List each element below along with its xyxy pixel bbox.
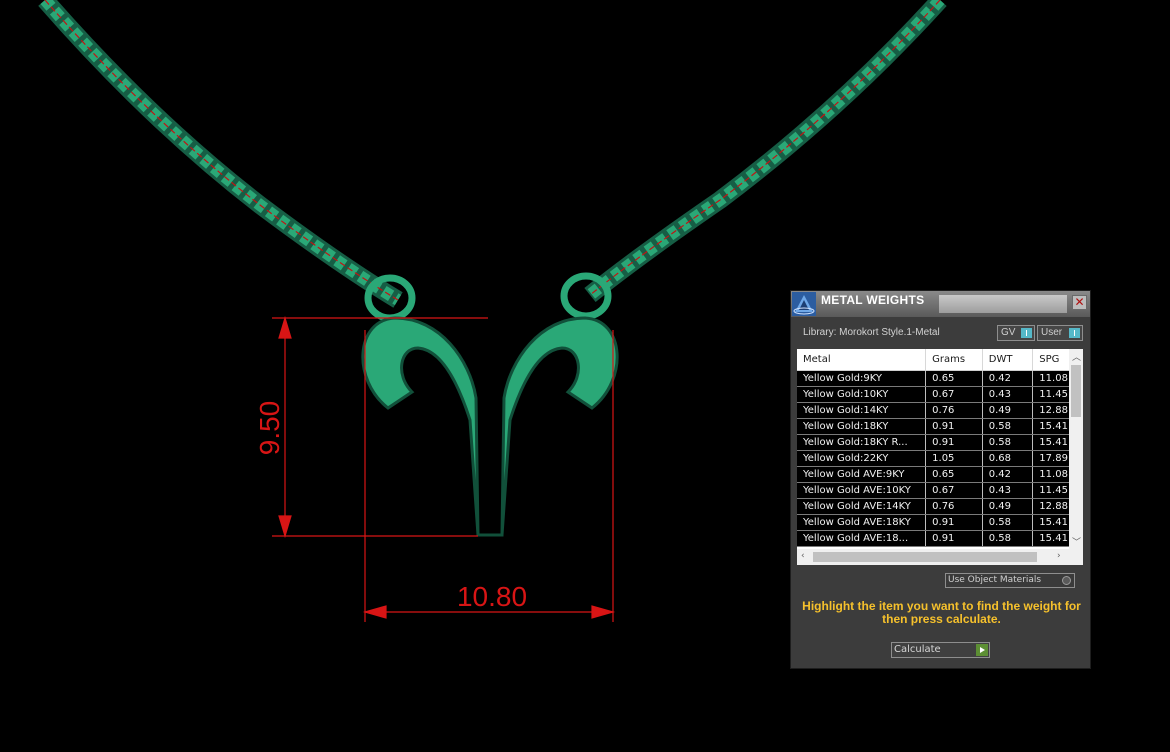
horizontal-scroll-thumb[interactable]: [813, 552, 1037, 562]
dwt-cell: 0.68: [982, 450, 1034, 467]
table-row[interactable]: Yellow Gold:18KY 0.91 0.58 15.41: [797, 418, 1083, 435]
radio-icon[interactable]: [1062, 576, 1071, 585]
chain-right: [584, 0, 947, 303]
use-object-materials-option[interactable]: Use Object Materials: [945, 573, 1075, 588]
table-row[interactable]: Yellow Gold:22KY 1.05 0.68 17.89: [797, 450, 1083, 467]
table-row[interactable]: Yellow Gold AVE:14KY 0.76 0.49 12.88: [797, 498, 1083, 515]
grams-cell: 0.91: [925, 418, 983, 435]
gv-toggle-label: GV: [1001, 327, 1016, 338]
dwt-cell: 0.42: [982, 370, 1034, 387]
play-icon: [976, 644, 988, 656]
table-row[interactable]: Yellow Gold:9KY 0.65 0.42 11.08: [797, 370, 1083, 387]
metal-table-container[interactable]: Metal Grams DWT SPG Yellow Gold:9KY 0.65 0…: [797, 349, 1083, 565]
metal-cell: Yellow Gold:18KY R...: [797, 434, 927, 451]
metal-cell: Yellow Gold:14KY: [797, 402, 927, 419]
toggle-switch-icon: [1069, 328, 1080, 338]
dwt-cell: 0.49: [982, 498, 1034, 515]
horizontal-scrollbar[interactable]: ‹ ›: [797, 549, 1083, 565]
table-row[interactable]: Yellow Gold:14KY 0.76 0.49 12.88: [797, 402, 1083, 419]
metal-cell: Yellow Gold AVE:18KY: [797, 514, 927, 531]
chain-left: [38, 0, 403, 308]
dwt-cell: 0.58: [982, 514, 1034, 531]
table-row[interactable]: Yellow Gold AVE:18KY 0.91 0.58 15.41: [797, 514, 1083, 531]
grams-cell: 0.67: [925, 482, 983, 499]
table-row[interactable]: Yellow Gold AVE:10KY 0.67 0.43 11.45: [797, 482, 1083, 499]
grams-cell: 0.91: [925, 530, 983, 547]
library-label: Library: Morokort Style.1-Metal: [803, 327, 940, 338]
grams-cell: 0.67: [925, 386, 983, 403]
calculate-button[interactable]: Calculate: [891, 642, 990, 658]
table-row[interactable]: Yellow Gold AVE:9KY 0.65 0.42 11.08: [797, 466, 1083, 483]
dimension-height-label: 9.50: [254, 401, 285, 456]
metal-table-body: Yellow Gold:9KY 0.65 0.42 11.08 Yellow Gold:…: [797, 370, 1083, 547]
gv-toggle[interactable]: GV: [997, 325, 1035, 341]
scroll-up-icon[interactable]: ︿: [1072, 350, 1081, 363]
metal-cell: Yellow Gold:18KY: [797, 418, 927, 435]
table-row[interactable]: Yellow Gold:18KY R... 0.91 0.58 15.41: [797, 434, 1083, 451]
use-object-materials-label: Use Object Materials: [948, 575, 1042, 585]
user-toggle[interactable]: User: [1037, 325, 1083, 341]
table-header-row: Metal Grams DWT SPG: [797, 349, 1083, 371]
instruction-text: Highlight the item you want to find the …: [802, 599, 1081, 626]
grams-cell: 0.65: [925, 466, 983, 483]
metal-cell: Yellow Gold AVE:9KY: [797, 466, 927, 483]
dwt-cell: 0.43: [982, 386, 1034, 403]
calculate-label: Calculate: [894, 644, 941, 655]
grams-cell: 0.65: [925, 370, 983, 387]
close-icon[interactable]: ✕: [1072, 295, 1087, 310]
metal-cell: Yellow Gold:22KY: [797, 450, 927, 467]
vertical-scroll-thumb[interactable]: [1071, 365, 1081, 417]
grams-cell: 0.91: [925, 434, 983, 451]
grams-cell: 0.91: [925, 514, 983, 531]
vertical-scrollbar[interactable]: ︿ ﹀: [1069, 349, 1083, 549]
dwt-cell: 0.58: [982, 530, 1034, 547]
title-decoration: [939, 295, 1067, 313]
metal-cell: Yellow Gold AVE:18...: [797, 530, 927, 547]
metal-table: Metal Grams DWT SPG Yellow Gold:9KY 0.65 0…: [797, 349, 1083, 547]
metal-cell: Yellow Gold:10KY: [797, 386, 927, 403]
dwt-cell: 0.58: [982, 434, 1034, 451]
metal-cell: Yellow Gold:9KY: [797, 370, 927, 387]
matrix-logo-icon: [792, 292, 816, 316]
grams-cell: 0.76: [925, 498, 983, 515]
grams-cell: 0.76: [925, 402, 983, 419]
aries-pendant: [361, 316, 619, 537]
user-toggle-label: User: [1041, 327, 1063, 338]
scroll-down-icon[interactable]: ﹀: [1072, 535, 1081, 548]
metal-cell: Yellow Gold AVE:10KY: [797, 482, 927, 499]
dwt-cell: 0.43: [982, 482, 1034, 499]
dwt-cell: 0.42: [982, 466, 1034, 483]
panel-titlebar[interactable]: METAL WEIGHTS ✕: [791, 291, 1090, 317]
metal-weights-panel: METAL WEIGHTS ✕ Library: Morokort Style.…: [790, 290, 1091, 669]
scroll-right-icon[interactable]: ›: [1057, 551, 1061, 561]
panel-title: METAL WEIGHTS: [821, 293, 925, 307]
table-row[interactable]: Yellow Gold AVE:18... 0.91 0.58 15.41: [797, 530, 1083, 547]
table-row[interactable]: Yellow Gold:10KY 0.67 0.43 11.45: [797, 386, 1083, 403]
toggle-switch-icon: [1021, 328, 1032, 338]
column-header-grams[interactable]: Grams: [925, 349, 983, 371]
dwt-cell: 0.49: [982, 402, 1034, 419]
column-header-metal[interactable]: Metal: [797, 349, 927, 371]
dwt-cell: 0.58: [982, 418, 1034, 435]
scroll-left-icon[interactable]: ‹: [801, 551, 805, 561]
grams-cell: 1.05: [925, 450, 983, 467]
metal-cell: Yellow Gold AVE:14KY: [797, 498, 927, 515]
dimension-width-label: 10.80: [457, 581, 527, 612]
column-header-dwt[interactable]: DWT: [982, 349, 1034, 371]
